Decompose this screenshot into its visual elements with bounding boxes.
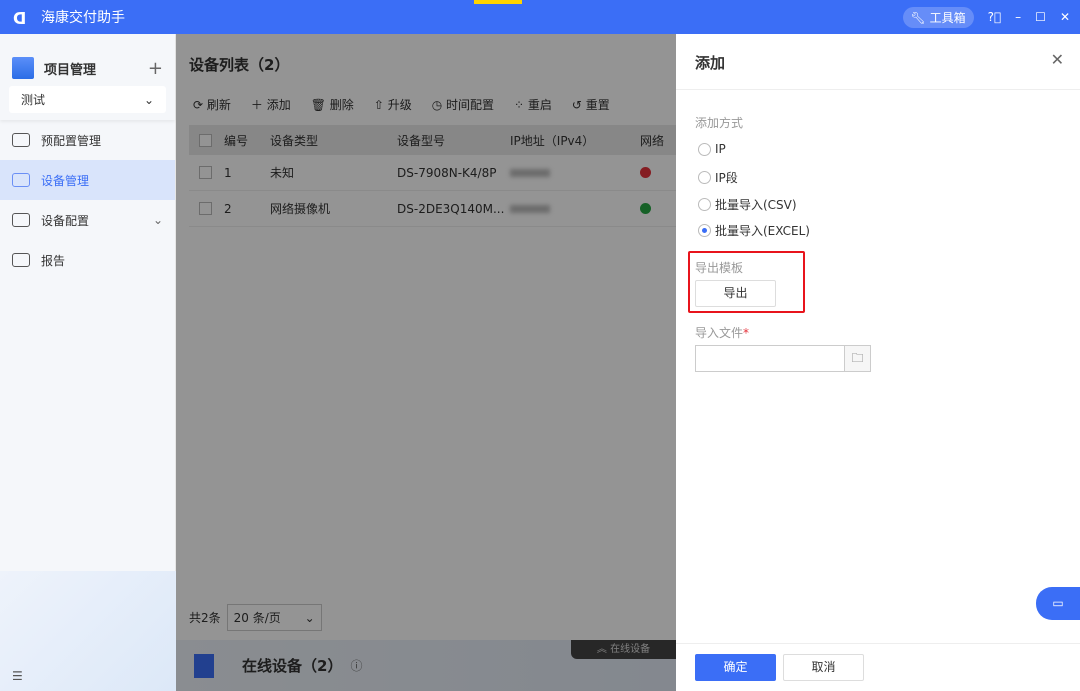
chevron-down-icon: ⌄ bbox=[143, 92, 154, 107]
radio-batch-csv[interactable]: 批量导入(CSV) bbox=[698, 196, 797, 213]
export-button[interactable]: 导出 bbox=[695, 280, 776, 307]
device-icon bbox=[12, 173, 30, 187]
sidebar-item-device-config[interactable]: 设备配置 ⌄ bbox=[0, 200, 175, 240]
add-device-drawer: 添加 ✕ 添加方式 IP IP段 批量导入(CSV) 批量导入(EXCEL) 导… bbox=[676, 34, 1080, 691]
sidebar-item-device-management[interactable]: 设备管理 bbox=[0, 160, 175, 200]
title-bar: ᗡ 海康交付助手 🔧︎ 工具箱 ?⃝ – ☐ ✕ bbox=[0, 0, 1080, 34]
modal-overlay[interactable] bbox=[176, 34, 676, 691]
radio-ip-range[interactable]: IP段 bbox=[698, 169, 738, 186]
close-window-icon[interactable]: ✕ bbox=[1060, 10, 1070, 24]
drawer-title: 添加 bbox=[695, 54, 726, 72]
cancel-button[interactable]: 取消 bbox=[783, 654, 864, 681]
file-path-input[interactable] bbox=[696, 346, 844, 371]
drag-indicator bbox=[474, 0, 522, 4]
folder-icon[interactable]: 🗀 bbox=[844, 346, 870, 371]
maximize-icon[interactable]: ☐ bbox=[1035, 10, 1046, 24]
report-icon bbox=[12, 253, 30, 267]
menu-icon[interactable]: ☰ bbox=[12, 669, 23, 683]
add-project-icon[interactable]: + bbox=[148, 58, 163, 79]
wrench-icon: 🔧︎ bbox=[910, 10, 930, 25]
sidebar-item-preconfig[interactable]: 预配置管理 bbox=[0, 120, 175, 160]
project-title: 项目管理 bbox=[44, 62, 97, 78]
help-icon[interactable]: ?⃝ bbox=[988, 10, 1002, 24]
sidebar-item-report[interactable]: 报告 bbox=[0, 240, 175, 280]
gear-icon bbox=[12, 133, 30, 147]
import-file-field[interactable]: 🗀 bbox=[695, 345, 871, 372]
project-select[interactable]: 测试 ⌄ bbox=[9, 86, 166, 113]
radio-ip[interactable]: IP bbox=[698, 142, 726, 156]
device-config-icon bbox=[12, 213, 30, 227]
close-icon[interactable]: ✕ bbox=[1051, 50, 1064, 69]
monitor-icon[interactable]: ▭ bbox=[1036, 587, 1080, 620]
sidebar: 项目管理 + 测试 ⌄ 预配置管理 设备管理 设备配置 ⌄ 报告 ☰ bbox=[0, 34, 176, 691]
app-logo-icon: ᗡ bbox=[13, 9, 27, 28]
sidebar-illustration: ☰ bbox=[0, 571, 176, 691]
toolbox-button[interactable]: 🔧︎ 工具箱 bbox=[902, 6, 974, 28]
project-icon bbox=[12, 57, 34, 79]
confirm-button[interactable]: 确定 bbox=[695, 654, 776, 681]
minimize-icon[interactable]: – bbox=[1015, 10, 1021, 24]
radio-batch-excel[interactable]: 批量导入(EXCEL) bbox=[698, 222, 810, 239]
app-title: 海康交付助手 bbox=[41, 10, 125, 26]
chevron-down-icon: ⌄ bbox=[152, 213, 163, 227]
